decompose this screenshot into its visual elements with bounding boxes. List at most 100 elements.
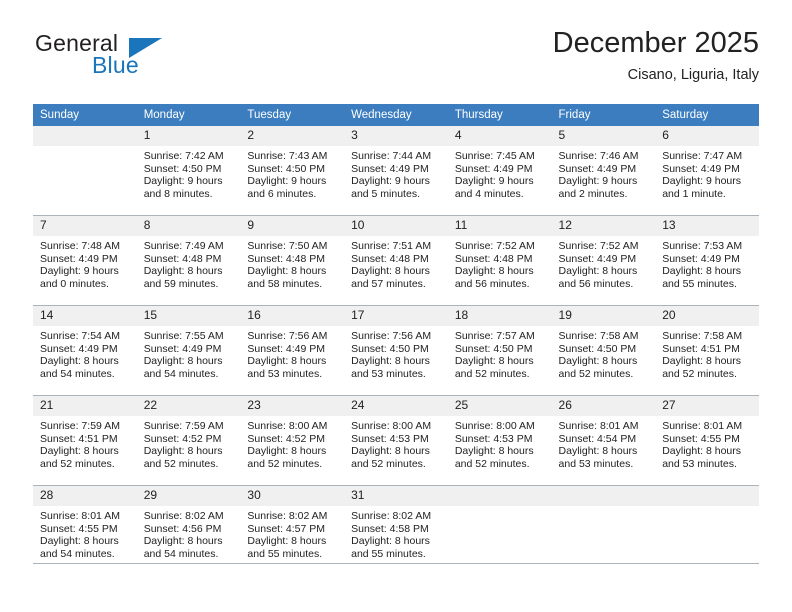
page-title: December 2025 (552, 27, 759, 59)
day-cell[interactable]: 28 Sunrise: 8:01 AM Sunset: 4:55 PM Dayl… (33, 485, 137, 575)
day-details: Sunrise: 7:52 AM Sunset: 4:48 PM Dayligh… (448, 236, 552, 290)
day-number: 26 (551, 396, 656, 416)
daylight-text-line2: and 52 minutes. (40, 457, 115, 470)
sunrise-text: Sunrise: 7:58 AM (558, 330, 639, 342)
day-cell[interactable]: 20 Sunrise: 7:58 AM Sunset: 4:51 PM Dayl… (655, 305, 759, 396)
day-cell[interactable]: 27 Sunrise: 8:01 AM Sunset: 4:55 PM Dayl… (655, 395, 759, 486)
day-number: 29 (136, 486, 241, 506)
weekday-header-sunday: Sunday (33, 104, 137, 126)
day-cell[interactable] (655, 485, 759, 575)
sunset-text: Sunset: 4:50 PM (247, 162, 326, 175)
day-cell[interactable]: 25 Sunrise: 8:00 AM Sunset: 4:53 PM Dayl… (447, 395, 552, 486)
day-cell[interactable]: 5 Sunrise: 7:46 AM Sunset: 4:49 PM Dayli… (551, 126, 656, 216)
sunset-text: Sunset: 4:48 PM (351, 252, 429, 265)
day-cell[interactable]: 13 Sunrise: 7:53 AM Sunset: 4:49 PM Dayl… (655, 215, 759, 306)
day-cell[interactable]: 21 Sunrise: 7:59 AM Sunset: 4:51 PM Dayl… (33, 395, 137, 486)
week-row: 7 Sunrise: 7:48 AM Sunset: 4:49 PM Dayli… (33, 215, 759, 306)
daylight-text-line2: and 53 minutes. (662, 457, 737, 470)
day-cell[interactable]: 16 Sunrise: 7:56 AM Sunset: 4:49 PM Dayl… (240, 305, 345, 396)
daylight-text-line1: Daylight: 9 hours (143, 175, 223, 188)
sunrise-text: Sunrise: 7:46 AM (558, 150, 639, 162)
sunset-text: Sunset: 4:53 PM (351, 432, 429, 445)
sunset-text: Sunset: 4:48 PM (143, 252, 222, 265)
week-row: 1 Sunrise: 7:42 AM Sunset: 4:50 PM Dayli… (33, 126, 759, 216)
day-cell[interactable]: 31 Sunrise: 8:02 AM Sunset: 4:58 PM Dayl… (344, 485, 448, 575)
daylight-text-line1: Daylight: 8 hours (247, 535, 327, 548)
weekday-header-wednesday: Wednesday (344, 104, 448, 126)
day-cell[interactable]: 11 Sunrise: 7:52 AM Sunset: 4:48 PM Dayl… (447, 215, 552, 306)
day-cell[interactable]: 4 Sunrise: 7:45 AM Sunset: 4:49 PM Dayli… (447, 126, 552, 216)
sunset-text: Sunset: 4:49 PM (558, 252, 637, 265)
day-number (655, 486, 759, 506)
day-cell[interactable]: 9 Sunrise: 7:50 AM Sunset: 4:48 PM Dayli… (240, 215, 345, 306)
sunset-text: Sunset: 4:51 PM (40, 432, 118, 445)
sunrise-text: Sunrise: 7:42 AM (143, 150, 224, 162)
day-number: 13 (655, 216, 759, 236)
day-details: Sunrise: 8:00 AM Sunset: 4:53 PM Dayligh… (344, 416, 448, 470)
daylight-text-line2: and 4 minutes. (454, 187, 524, 200)
daylight-text-line2: and 1 minute. (662, 187, 726, 200)
daylight-text-line1: Daylight: 8 hours (40, 535, 119, 548)
day-number: 2 (240, 126, 345, 146)
day-cell[interactable] (551, 485, 656, 575)
day-cell[interactable]: 14 Sunrise: 7:54 AM Sunset: 4:49 PM Dayl… (33, 305, 137, 396)
sunrise-text: Sunrise: 7:49 AM (143, 240, 224, 252)
daylight-text-line1: Daylight: 8 hours (558, 445, 638, 458)
daylight-text-line1: Daylight: 8 hours (662, 355, 742, 368)
day-cell[interactable]: 22 Sunrise: 7:59 AM Sunset: 4:52 PM Dayl… (136, 395, 241, 486)
day-number: 7 (33, 216, 137, 236)
day-cell[interactable]: 17 Sunrise: 7:56 AM Sunset: 4:50 PM Dayl… (344, 305, 448, 396)
day-cell[interactable]: 7 Sunrise: 7:48 AM Sunset: 4:49 PM Dayli… (33, 215, 137, 306)
daylight-text-line2: and 52 minutes. (558, 367, 634, 380)
day-cell[interactable]: 3 Sunrise: 7:44 AM Sunset: 4:49 PM Dayli… (344, 126, 448, 216)
day-cell[interactable]: 2 Sunrise: 7:43 AM Sunset: 4:50 PM Dayli… (240, 126, 345, 216)
daylight-text-line2: and 53 minutes. (247, 367, 323, 380)
sunset-text: Sunset: 4:49 PM (662, 252, 740, 265)
daylight-text-line1: Daylight: 8 hours (558, 265, 638, 278)
day-details: Sunrise: 8:00 AM Sunset: 4:53 PM Dayligh… (448, 416, 552, 470)
day-details: Sunrise: 7:47 AM Sunset: 4:49 PM Dayligh… (655, 146, 759, 200)
day-cell[interactable]: 19 Sunrise: 7:58 AM Sunset: 4:50 PM Dayl… (551, 305, 656, 396)
day-details: Sunrise: 7:45 AM Sunset: 4:49 PM Dayligh… (448, 146, 552, 200)
day-details: Sunrise: 8:02 AM Sunset: 4:58 PM Dayligh… (344, 506, 448, 560)
general-blue-logo[interactable]: General Blue (33, 28, 273, 90)
day-cell[interactable]: 26 Sunrise: 8:01 AM Sunset: 4:54 PM Dayl… (551, 395, 656, 486)
day-cell[interactable]: 29 Sunrise: 8:02 AM Sunset: 4:56 PM Dayl… (136, 485, 241, 575)
sunset-text: Sunset: 4:50 PM (558, 342, 637, 355)
daylight-text-line1: Daylight: 9 hours (662, 175, 742, 188)
day-details: Sunrise: 7:44 AM Sunset: 4:49 PM Dayligh… (344, 146, 448, 200)
day-details: Sunrise: 7:55 AM Sunset: 4:49 PM Dayligh… (137, 326, 241, 380)
day-cell[interactable] (447, 485, 552, 575)
daylight-text-line1: Daylight: 8 hours (351, 265, 430, 278)
day-cell[interactable]: 23 Sunrise: 8:00 AM Sunset: 4:52 PM Dayl… (240, 395, 345, 486)
sunrise-text: Sunrise: 7:52 AM (558, 240, 639, 252)
day-cell[interactable]: 8 Sunrise: 7:49 AM Sunset: 4:48 PM Dayli… (136, 215, 241, 306)
page-subtitle: Cisano, Liguria, Italy (627, 67, 759, 83)
day-cell[interactable]: 15 Sunrise: 7:55 AM Sunset: 4:49 PM Dayl… (136, 305, 241, 396)
title-block: December 2025 Cisano, Liguria, Italy (553, 24, 759, 85)
daylight-text-line2: and 58 minutes. (247, 277, 323, 290)
day-cell[interactable]: 24 Sunrise: 8:00 AM Sunset: 4:53 PM Dayl… (344, 395, 448, 486)
day-cell[interactable]: 30 Sunrise: 8:02 AM Sunset: 4:57 PM Dayl… (240, 485, 345, 575)
day-cell[interactable]: 10 Sunrise: 7:51 AM Sunset: 4:48 PM Dayl… (344, 215, 448, 306)
day-details: Sunrise: 7:50 AM Sunset: 4:48 PM Dayligh… (240, 236, 344, 290)
sunrise-text: Sunrise: 7:56 AM (351, 330, 432, 342)
day-cell[interactable]: 18 Sunrise: 7:57 AM Sunset: 4:50 PM Dayl… (447, 305, 552, 396)
sunset-text: Sunset: 4:55 PM (40, 522, 118, 535)
day-number: 10 (344, 216, 448, 236)
day-cell[interactable] (33, 126, 137, 216)
daylight-text-line1: Daylight: 9 hours (40, 265, 119, 278)
daylight-text-line1: Daylight: 8 hours (662, 445, 742, 458)
day-cell[interactable]: 12 Sunrise: 7:52 AM Sunset: 4:49 PM Dayl… (551, 215, 656, 306)
sunrise-text: Sunrise: 7:58 AM (662, 330, 743, 342)
day-cell[interactable]: 1 Sunrise: 7:42 AM Sunset: 4:50 PM Dayli… (136, 126, 241, 216)
sunrise-text: Sunrise: 8:01 AM (40, 510, 120, 522)
sunrise-text: Sunrise: 7:59 AM (40, 420, 120, 432)
day-details: Sunrise: 7:48 AM Sunset: 4:49 PM Dayligh… (33, 236, 137, 290)
day-details: Sunrise: 8:00 AM Sunset: 4:52 PM Dayligh… (240, 416, 344, 470)
calendar-header-row: Sunday Monday Tuesday Wednesday Thursday… (33, 104, 759, 126)
calendar-page: General Blue December 2025 Cisano, Ligur… (0, 0, 792, 612)
weekday-header-monday: Monday (136, 104, 241, 126)
daylight-text-line1: Daylight: 8 hours (351, 535, 430, 548)
day-cell[interactable]: 6 Sunrise: 7:47 AM Sunset: 4:49 PM Dayli… (655, 126, 759, 216)
